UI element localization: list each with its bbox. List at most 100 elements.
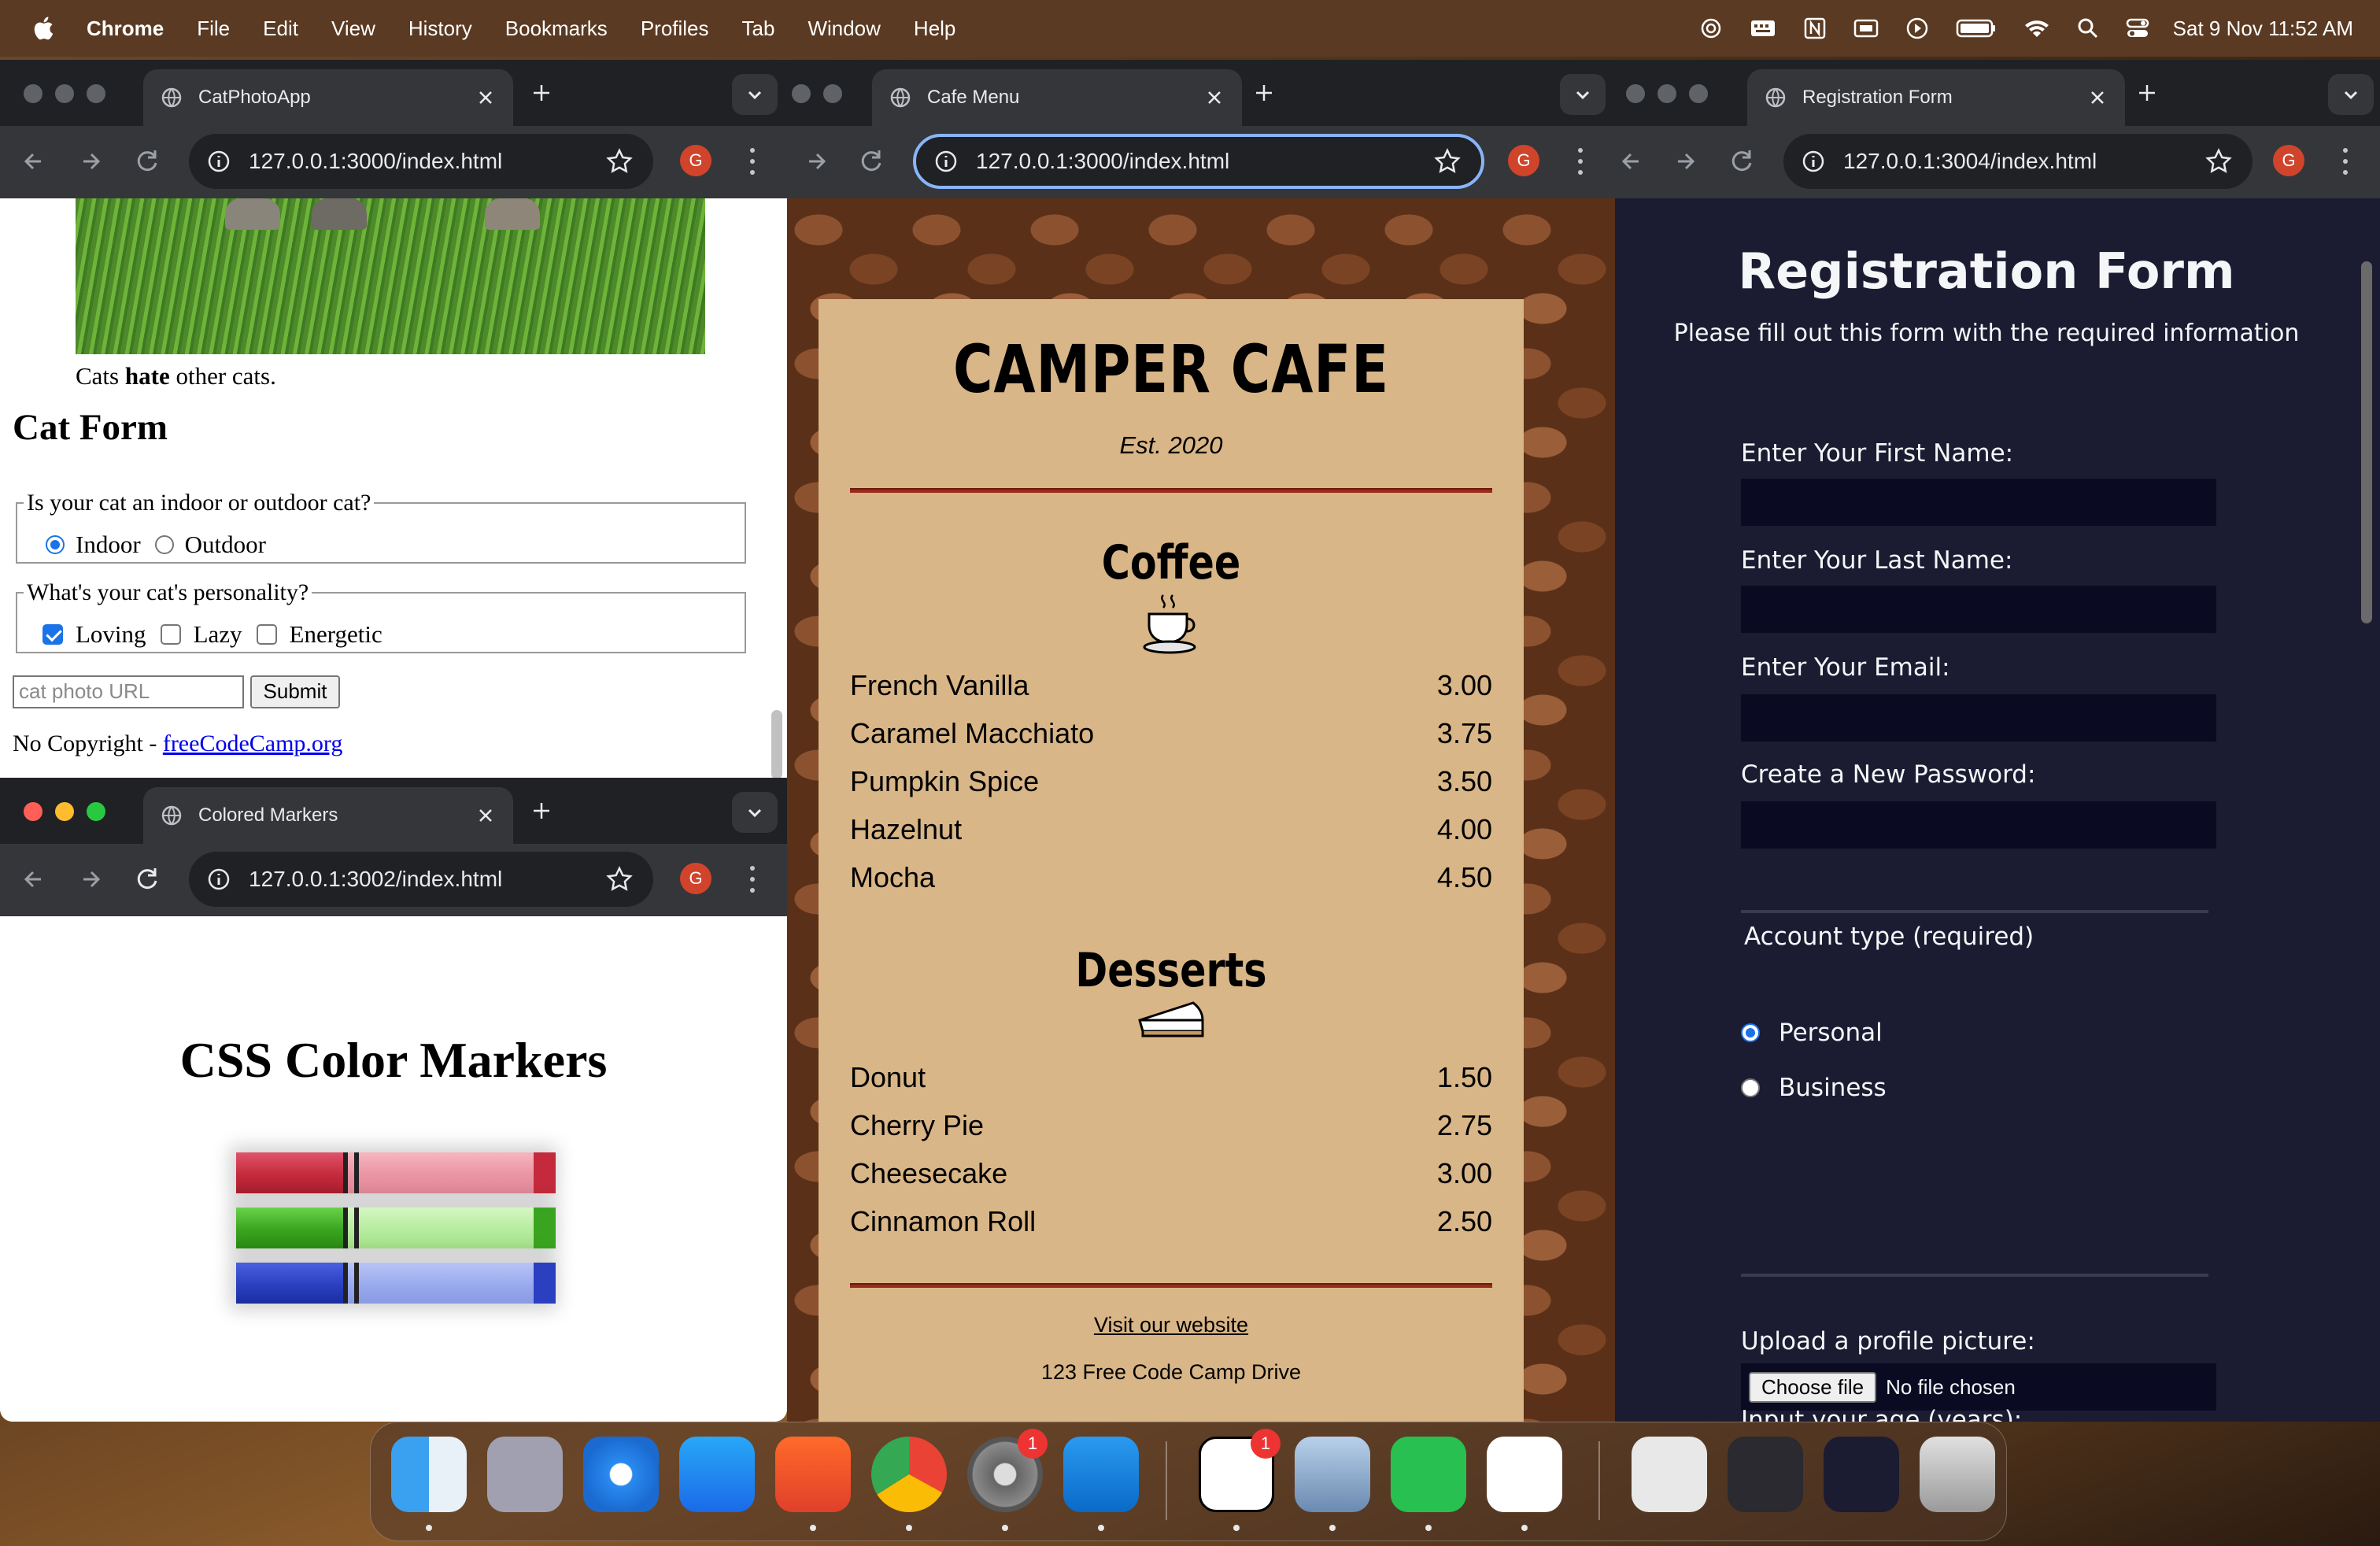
checkbox-energetic[interactable]: Energetic [256, 620, 382, 649]
scrollbar-thumb[interactable] [2361, 261, 2372, 623]
zoom-window-button[interactable] [1689, 84, 1708, 103]
checkbox[interactable] [160, 624, 181, 645]
profile-avatar[interactable]: G [2273, 145, 2304, 176]
new-tab-icon[interactable] [529, 80, 554, 105]
footer-link[interactable]: freeCodeCamp.org [163, 730, 343, 756]
cat-photo-url-input[interactable]: cat photo URL [13, 675, 244, 708]
trash-icon[interactable] [1920, 1437, 1995, 1512]
safari-icon[interactable] [583, 1437, 659, 1512]
close-window-button[interactable] [1626, 84, 1645, 103]
tab-cafe-menu[interactable]: Cafe Menu [872, 69, 1242, 126]
brave-icon[interactable] [775, 1437, 851, 1512]
menu-tab[interactable]: Tab [742, 17, 775, 41]
chatgpt-icon[interactable] [1699, 17, 1723, 40]
site-info-icon[interactable] [933, 149, 959, 174]
back-arrow-icon[interactable] [17, 863, 50, 896]
menu-profiles[interactable]: Profiles [641, 17, 709, 41]
password-input[interactable] [1741, 801, 2216, 849]
tab-search-button[interactable] [732, 792, 778, 833]
window-controls[interactable] [1626, 84, 1720, 103]
address-bar[interactable]: 127.0.0.1:3004/index.html [1783, 134, 2252, 189]
submit-button[interactable]: Submit [250, 675, 340, 708]
close-window-button[interactable] [24, 802, 42, 821]
choose-file-button[interactable]: Choose file [1749, 1371, 1877, 1403]
forward-arrow-icon[interactable] [74, 863, 107, 896]
zoom-window-button[interactable] [87, 802, 105, 821]
address-bar[interactable]: 127.0.0.1:3002/index.html [189, 852, 653, 907]
tab-colored-markers[interactable]: Colored Markers [143, 787, 513, 844]
back-arrow-icon[interactable] [1615, 145, 1648, 178]
zoom-window-button[interactable] [823, 84, 842, 103]
new-tab-icon[interactable] [529, 798, 554, 823]
window-controls[interactable] [24, 802, 118, 821]
radio-business[interactable]: Business [1741, 1074, 1887, 1102]
tab-catphotoapp[interactable]: CatPhotoApp [143, 69, 513, 126]
forward-arrow-icon[interactable] [74, 145, 107, 178]
close-window-button[interactable] [24, 84, 42, 103]
reload-icon[interactable] [1725, 145, 1758, 178]
minimize-window-button[interactable] [55, 802, 74, 821]
menu-file[interactable]: File [197, 17, 230, 41]
checkbox-lazy[interactable]: Lazy [160, 620, 242, 649]
reload-icon[interactable] [131, 145, 164, 178]
close-tab-icon[interactable] [475, 805, 496, 826]
radio-indoor[interactable]: Indoor [46, 531, 141, 559]
spotlight-icon[interactable] [2077, 17, 2099, 39]
window-thumbnail-icon[interactable] [1728, 1437, 1803, 1512]
radio-outdoor[interactable]: Outdoor [154, 531, 266, 559]
chrome-icon[interactable] [871, 1437, 947, 1512]
vscode-icon[interactable] [1063, 1437, 1139, 1512]
tab-search-button[interactable] [732, 74, 778, 115]
tab-search-button[interactable] [1560, 74, 1606, 115]
bookmark-star-icon[interactable] [1434, 148, 1461, 175]
file-icon[interactable] [1632, 1437, 1707, 1512]
radio-button-checked[interactable] [46, 535, 65, 554]
new-tab-icon[interactable] [1251, 80, 1277, 105]
window-controls[interactable] [792, 84, 855, 103]
back-arrow-icon[interactable] [17, 145, 50, 178]
battery-icon[interactable] [1956, 18, 1997, 39]
chrome-menu-icon[interactable] [2338, 145, 2353, 178]
chrome-menu-icon[interactable] [745, 145, 760, 178]
checkbox[interactable] [256, 624, 277, 645]
minimize-window-button[interactable] [55, 84, 74, 103]
address-bar[interactable]: 127.0.0.1:3000/index.html [189, 134, 653, 189]
display-icon[interactable] [1853, 17, 1879, 39]
last-name-input[interactable] [1741, 586, 2216, 633]
bookmark-star-icon[interactable] [606, 148, 633, 175]
checkbox-loving[interactable]: Loving [42, 620, 146, 649]
radio-button[interactable] [154, 535, 174, 554]
forward-arrow-icon[interactable] [800, 145, 833, 178]
window-controls[interactable] [24, 84, 118, 103]
profile-avatar[interactable]: G [680, 863, 711, 894]
notion-icon[interactable] [1803, 17, 1827, 40]
site-info-icon[interactable] [206, 149, 231, 174]
menu-bookmarks[interactable]: Bookmarks [505, 17, 608, 41]
site-info-icon[interactable] [206, 867, 231, 892]
reload-icon[interactable] [131, 863, 164, 896]
preview-icon[interactable] [1295, 1437, 1370, 1512]
profile-avatar[interactable]: G [1508, 145, 1539, 176]
close-tab-icon[interactable] [1204, 87, 1225, 108]
forward-arrow-icon[interactable] [1669, 145, 1702, 178]
menu-view[interactable]: View [331, 17, 375, 41]
tab-registration-form[interactable]: Registration Form [1747, 69, 2125, 126]
play-icon[interactable] [1905, 17, 1929, 40]
launchpad-icon[interactable] [487, 1437, 563, 1512]
app-store-icon[interactable] [679, 1437, 755, 1512]
chrome-menu-icon[interactable] [745, 863, 760, 896]
reload-icon[interactable] [855, 145, 888, 178]
scrollbar-thumb[interactable] [771, 710, 782, 779]
zoom-window-button[interactable] [87, 84, 105, 103]
first-name-input[interactable] [1741, 479, 2216, 526]
profile-avatar[interactable]: G [680, 145, 711, 176]
menu-help[interactable]: Help [914, 17, 955, 41]
menu-chrome[interactable]: Chrome [87, 17, 164, 41]
minimize-window-button[interactable] [792, 84, 811, 103]
address-bar[interactable]: 127.0.0.1:3000/index.html [913, 134, 1484, 189]
menu-window[interactable]: Window [808, 17, 880, 41]
chrome-menu-icon[interactable] [1572, 145, 1588, 178]
wifi-icon[interactable] [2023, 17, 2050, 39]
apple-icon[interactable] [31, 15, 58, 42]
menu-bar-clock[interactable]: Sat 9 Nov 11:52 AM [2173, 17, 2353, 41]
